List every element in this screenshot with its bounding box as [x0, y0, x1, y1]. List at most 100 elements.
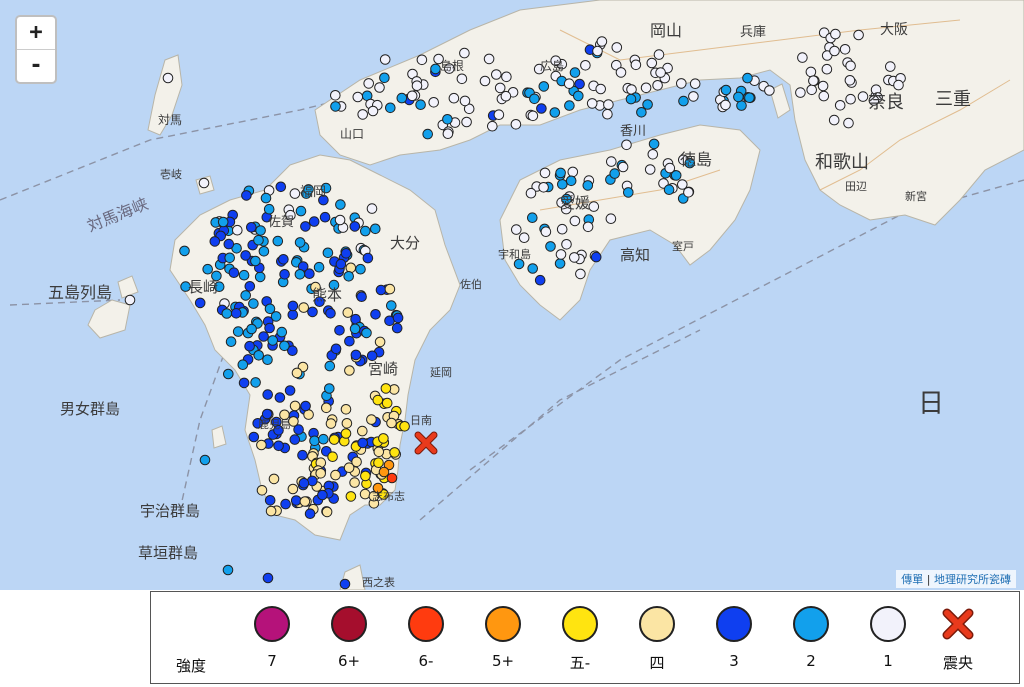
station-dot[interactable] — [554, 258, 566, 269]
station-dot[interactable] — [689, 78, 701, 89]
station-dot[interactable] — [683, 187, 694, 198]
station-dot[interactable] — [298, 477, 310, 489]
station-dot[interactable] — [567, 166, 579, 178]
station-dot[interactable] — [225, 336, 237, 348]
station-dot[interactable] — [366, 350, 378, 362]
station-dot[interactable] — [623, 187, 634, 198]
station-dot[interactable] — [549, 107, 561, 118]
station-dot[interactable] — [381, 397, 393, 409]
station-dot[interactable] — [291, 367, 303, 379]
station-dot[interactable] — [268, 473, 280, 485]
station-dot[interactable] — [586, 98, 598, 109]
station-dot[interactable] — [262, 389, 274, 400]
station-dot[interactable] — [232, 224, 243, 236]
station-dot[interactable] — [561, 239, 572, 250]
station-dot[interactable] — [448, 92, 460, 104]
station-dot[interactable] — [274, 392, 286, 403]
station-dot[interactable] — [124, 294, 136, 306]
station-dot[interactable] — [255, 225, 266, 236]
station-dot[interactable] — [374, 336, 386, 348]
station-dot[interactable] — [595, 83, 607, 95]
station-dot[interactable] — [596, 36, 608, 47]
station-dot[interactable] — [328, 434, 340, 445]
station-dot[interactable] — [209, 236, 221, 247]
station-dot[interactable] — [386, 300, 397, 311]
station-dot[interactable] — [250, 255, 261, 267]
station-dot[interactable] — [349, 221, 361, 232]
station-dot[interactable] — [678, 95, 689, 107]
station-dot[interactable] — [494, 82, 506, 94]
station-dot[interactable] — [459, 95, 471, 107]
station-dot[interactable] — [307, 306, 318, 318]
station-dot[interactable] — [359, 488, 371, 500]
station-dot[interactable] — [237, 359, 249, 371]
station-dot[interactable] — [834, 100, 846, 111]
station-dot[interactable] — [501, 71, 512, 83]
station-dot[interactable] — [290, 495, 302, 506]
epicenter-marker[interactable] — [414, 431, 438, 455]
station-dot[interactable] — [356, 291, 367, 303]
station-dot[interactable] — [222, 564, 234, 576]
station-dot[interactable] — [385, 102, 396, 114]
station-dot[interactable] — [330, 90, 341, 101]
station-dot[interactable] — [261, 408, 273, 420]
station-dot[interactable] — [373, 446, 385, 458]
station-dot[interactable] — [279, 340, 290, 352]
station-dot[interactable] — [384, 283, 396, 295]
station-dot[interactable] — [556, 223, 568, 235]
station-dot[interactable] — [416, 54, 428, 66]
station-dot[interactable] — [223, 368, 234, 380]
station-dot[interactable] — [244, 340, 255, 352]
station-dot[interactable] — [162, 72, 174, 84]
station-dot[interactable] — [343, 462, 355, 474]
station-dot[interactable] — [653, 49, 665, 60]
station-dot[interactable] — [224, 252, 235, 264]
station-dot[interactable] — [415, 99, 426, 110]
station-dot[interactable] — [294, 237, 306, 248]
station-dot[interactable] — [479, 75, 491, 87]
station-dot[interactable] — [284, 385, 296, 396]
station-dot[interactable] — [808, 75, 819, 86]
station-dot[interactable] — [275, 181, 287, 193]
station-dot[interactable] — [267, 335, 279, 346]
station-dot[interactable] — [797, 52, 808, 63]
station-dot[interactable] — [355, 263, 366, 275]
station-dot[interactable] — [845, 60, 856, 72]
station-dot[interactable] — [569, 252, 580, 263]
station-dot[interactable] — [357, 425, 368, 437]
station-dot[interactable] — [422, 128, 434, 140]
station-dot[interactable] — [253, 234, 264, 246]
station-dot[interactable] — [343, 271, 355, 282]
map-view[interactable]: 対馬海峡 対馬 壱岐 五島列島 男女群島 宇治群島 草垣群島 延岡 宮崎 日南 … — [0, 0, 1024, 590]
station-dot[interactable] — [334, 325, 345, 336]
station-dot[interactable] — [510, 119, 522, 130]
station-dot[interactable] — [340, 428, 352, 439]
station-dot[interactable] — [406, 90, 418, 102]
station-dot[interactable] — [487, 120, 498, 132]
station-dot[interactable] — [588, 201, 600, 212]
station-dot[interactable] — [602, 108, 613, 120]
station-dot[interactable] — [500, 90, 512, 102]
station-dot[interactable] — [538, 81, 550, 92]
station-dot[interactable] — [256, 439, 267, 451]
station-dot[interactable] — [456, 73, 468, 85]
station-dot[interactable] — [202, 263, 213, 275]
station-dot[interactable] — [459, 47, 470, 59]
station-dot[interactable] — [300, 221, 311, 232]
station-dot[interactable] — [260, 192, 272, 204]
station-dot[interactable] — [248, 431, 260, 443]
station-dot[interactable] — [845, 93, 856, 105]
station-dot[interactable] — [345, 491, 357, 502]
station-dot[interactable] — [615, 67, 627, 78]
station-dot[interactable] — [817, 80, 829, 92]
station-dot[interactable] — [253, 350, 265, 361]
attribution-source-link[interactable]: 地理研究所瓷磚 — [934, 573, 1011, 586]
station-dot[interactable] — [828, 114, 840, 126]
station-dot[interactable] — [330, 469, 341, 481]
station-dot[interactable] — [298, 302, 310, 313]
station-dot[interactable] — [461, 116, 472, 128]
station-dot[interactable] — [287, 300, 299, 312]
station-dot[interactable] — [198, 177, 210, 189]
station-dot[interactable] — [720, 84, 732, 96]
station-dot[interactable] — [256, 485, 268, 496]
